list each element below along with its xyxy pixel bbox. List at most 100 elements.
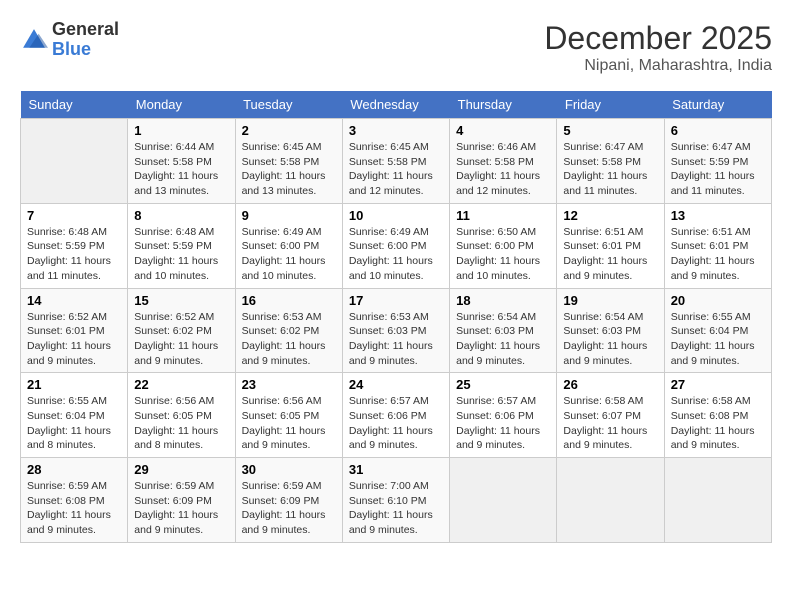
day-info: Sunrise: 6:59 AM Sunset: 6:09 PM Dayligh… bbox=[134, 479, 228, 538]
day-number: 15 bbox=[134, 293, 228, 308]
calendar-week-2: 7 Sunrise: 6:48 AM Sunset: 5:59 PM Daylig… bbox=[21, 203, 772, 288]
calendar-cell: 20 Sunrise: 6:55 AM Sunset: 6:04 PM Dayli… bbox=[664, 288, 771, 373]
day-info: Sunrise: 6:56 AM Sunset: 6:05 PM Dayligh… bbox=[134, 394, 228, 453]
day-number: 19 bbox=[563, 293, 657, 308]
day-info: Sunrise: 6:58 AM Sunset: 6:08 PM Dayligh… bbox=[671, 394, 765, 453]
day-number: 17 bbox=[349, 293, 443, 308]
day-info: Sunrise: 6:53 AM Sunset: 6:02 PM Dayligh… bbox=[242, 310, 336, 369]
day-info: Sunrise: 7:00 AM Sunset: 6:10 PM Dayligh… bbox=[349, 479, 443, 538]
day-info: Sunrise: 6:52 AM Sunset: 6:01 PM Dayligh… bbox=[27, 310, 121, 369]
day-info: Sunrise: 6:59 AM Sunset: 6:08 PM Dayligh… bbox=[27, 479, 121, 538]
calendar-cell: 28 Sunrise: 6:59 AM Sunset: 6:08 PM Dayli… bbox=[21, 458, 128, 543]
day-info: Sunrise: 6:49 AM Sunset: 6:00 PM Dayligh… bbox=[349, 225, 443, 284]
day-number: 22 bbox=[134, 377, 228, 392]
day-info: Sunrise: 6:57 AM Sunset: 6:06 PM Dayligh… bbox=[456, 394, 550, 453]
weekday-header-friday: Friday bbox=[557, 91, 664, 119]
calendar-cell: 13 Sunrise: 6:51 AM Sunset: 6:01 PM Dayli… bbox=[664, 203, 771, 288]
calendar-cell: 16Sunrise: 6:53 AM Sunset: 6:02 PM Dayli… bbox=[235, 288, 342, 373]
day-number: 7 bbox=[27, 208, 121, 223]
day-info: Sunrise: 6:51 AM Sunset: 6:01 PM Dayligh… bbox=[563, 225, 657, 284]
day-number: 14 bbox=[27, 293, 121, 308]
calendar-cell: 30Sunrise: 6:59 AM Sunset: 6:09 PM Dayli… bbox=[235, 458, 342, 543]
calendar-cell bbox=[450, 458, 557, 543]
weekday-header-thursday: Thursday bbox=[450, 91, 557, 119]
day-number: 26 bbox=[563, 377, 657, 392]
calendar-cell: 19 Sunrise: 6:54 AM Sunset: 6:03 PM Dayli… bbox=[557, 288, 664, 373]
calendar-cell: 26 Sunrise: 6:58 AM Sunset: 6:07 PM Dayli… bbox=[557, 373, 664, 458]
day-info: Sunrise: 6:45 AM Sunset: 5:58 PM Dayligh… bbox=[349, 140, 443, 199]
calendar-cell: 15 Sunrise: 6:52 AM Sunset: 6:02 PM Dayli… bbox=[128, 288, 235, 373]
day-number: 11 bbox=[456, 208, 550, 223]
weekday-header-sunday: Sunday bbox=[21, 91, 128, 119]
day-info: Sunrise: 6:57 AM Sunset: 6:06 PM Dayligh… bbox=[349, 394, 443, 453]
day-number: 27 bbox=[671, 377, 765, 392]
day-number: 23 bbox=[242, 377, 336, 392]
calendar-cell: 4Sunrise: 6:46 AM Sunset: 5:58 PM Daylig… bbox=[450, 119, 557, 204]
day-number: 28 bbox=[27, 462, 121, 477]
calendar-cell: 11 Sunrise: 6:50 AM Sunset: 6:00 PM Dayli… bbox=[450, 203, 557, 288]
calendar-cell: 29 Sunrise: 6:59 AM Sunset: 6:09 PM Dayli… bbox=[128, 458, 235, 543]
day-number: 18 bbox=[456, 293, 550, 308]
day-number: 31 bbox=[349, 462, 443, 477]
day-number: 6 bbox=[671, 123, 765, 138]
day-info: Sunrise: 6:54 AM Sunset: 6:03 PM Dayligh… bbox=[563, 310, 657, 369]
day-info: Sunrise: 6:51 AM Sunset: 6:01 PM Dayligh… bbox=[671, 225, 765, 284]
calendar-cell: 9Sunrise: 6:49 AM Sunset: 6:00 PM Daylig… bbox=[235, 203, 342, 288]
logo-icon bbox=[20, 26, 48, 54]
weekday-header-wednesday: Wednesday bbox=[342, 91, 449, 119]
day-info: Sunrise: 6:58 AM Sunset: 6:07 PM Dayligh… bbox=[563, 394, 657, 453]
calendar-cell bbox=[664, 458, 771, 543]
calendar-cell: 6 Sunrise: 6:47 AM Sunset: 5:59 PM Daylig… bbox=[664, 119, 771, 204]
calendar-cell: 21 Sunrise: 6:55 AM Sunset: 6:04 PM Dayli… bbox=[21, 373, 128, 458]
calendar-cell: 23 Sunrise: 6:56 AM Sunset: 6:05 PM Dayli… bbox=[235, 373, 342, 458]
logo-blue-text: Blue bbox=[52, 39, 91, 59]
day-number: 21 bbox=[27, 377, 121, 392]
location-text: Nipani, Maharashtra, India bbox=[544, 57, 772, 75]
day-number: 2 bbox=[242, 123, 336, 138]
calendar-week-5: 28 Sunrise: 6:59 AM Sunset: 6:08 PM Dayli… bbox=[21, 458, 772, 543]
calendar-cell: 18Sunrise: 6:54 AM Sunset: 6:03 PM Dayli… bbox=[450, 288, 557, 373]
day-info: Sunrise: 6:50 AM Sunset: 6:00 PM Dayligh… bbox=[456, 225, 550, 284]
day-number: 1 bbox=[134, 123, 228, 138]
day-info: Sunrise: 6:56 AM Sunset: 6:05 PM Dayligh… bbox=[242, 394, 336, 453]
day-info: Sunrise: 6:49 AM Sunset: 6:00 PM Dayligh… bbox=[242, 225, 336, 284]
day-info: Sunrise: 6:44 AM Sunset: 5:58 PM Dayligh… bbox=[134, 140, 228, 199]
calendar-cell: 10 Sunrise: 6:49 AM Sunset: 6:00 PM Dayli… bbox=[342, 203, 449, 288]
day-info: Sunrise: 6:55 AM Sunset: 6:04 PM Dayligh… bbox=[671, 310, 765, 369]
calendar-week-4: 21 Sunrise: 6:55 AM Sunset: 6:04 PM Dayli… bbox=[21, 373, 772, 458]
calendar-cell bbox=[557, 458, 664, 543]
calendar-cell: 17Sunrise: 6:53 AM Sunset: 6:03 PM Dayli… bbox=[342, 288, 449, 373]
calendar-cell bbox=[21, 119, 128, 204]
calendar-table: SundayMondayTuesdayWednesdayThursdayFrid… bbox=[20, 91, 772, 543]
day-number: 8 bbox=[134, 208, 228, 223]
day-number: 13 bbox=[671, 208, 765, 223]
month-title: December 2025 bbox=[544, 20, 772, 57]
calendar-cell: 27 Sunrise: 6:58 AM Sunset: 6:08 PM Dayli… bbox=[664, 373, 771, 458]
weekday-header-tuesday: Tuesday bbox=[235, 91, 342, 119]
day-info: Sunrise: 6:48 AM Sunset: 5:59 PM Dayligh… bbox=[134, 225, 228, 284]
calendar-cell: 14 Sunrise: 6:52 AM Sunset: 6:01 PM Dayli… bbox=[21, 288, 128, 373]
day-info: Sunrise: 6:52 AM Sunset: 6:02 PM Dayligh… bbox=[134, 310, 228, 369]
calendar-cell: 2 Sunrise: 6:45 AM Sunset: 5:58 PM Daylig… bbox=[235, 119, 342, 204]
logo-general-text: General bbox=[52, 19, 119, 39]
page-header: General Blue December 2025 Nipani, Mahar… bbox=[20, 20, 772, 75]
calendar-cell: 12 Sunrise: 6:51 AM Sunset: 6:01 PM Dayli… bbox=[557, 203, 664, 288]
title-block: December 2025 Nipani, Maharashtra, India bbox=[544, 20, 772, 75]
calendar-cell: 3Sunrise: 6:45 AM Sunset: 5:58 PM Daylig… bbox=[342, 119, 449, 204]
weekday-header-row: SundayMondayTuesdayWednesdayThursdayFrid… bbox=[21, 91, 772, 119]
calendar-cell: 31 Sunrise: 7:00 AM Sunset: 6:10 PM Dayli… bbox=[342, 458, 449, 543]
day-number: 10 bbox=[349, 208, 443, 223]
day-number: 5 bbox=[563, 123, 657, 138]
calendar-cell: 7Sunrise: 6:48 AM Sunset: 5:59 PM Daylig… bbox=[21, 203, 128, 288]
day-number: 29 bbox=[134, 462, 228, 477]
weekday-header-saturday: Saturday bbox=[664, 91, 771, 119]
calendar-cell: 22 Sunrise: 6:56 AM Sunset: 6:05 PM Dayli… bbox=[128, 373, 235, 458]
day-info: Sunrise: 6:46 AM Sunset: 5:58 PM Dayligh… bbox=[456, 140, 550, 199]
day-number: 12 bbox=[563, 208, 657, 223]
day-info: Sunrise: 6:55 AM Sunset: 6:04 PM Dayligh… bbox=[27, 394, 121, 453]
day-info: Sunrise: 6:47 AM Sunset: 5:59 PM Dayligh… bbox=[671, 140, 765, 199]
calendar-cell: 8 Sunrise: 6:48 AM Sunset: 5:59 PM Daylig… bbox=[128, 203, 235, 288]
day-info: Sunrise: 6:45 AM Sunset: 5:58 PM Dayligh… bbox=[242, 140, 336, 199]
day-number: 20 bbox=[671, 293, 765, 308]
day-info: Sunrise: 6:47 AM Sunset: 5:58 PM Dayligh… bbox=[563, 140, 657, 199]
